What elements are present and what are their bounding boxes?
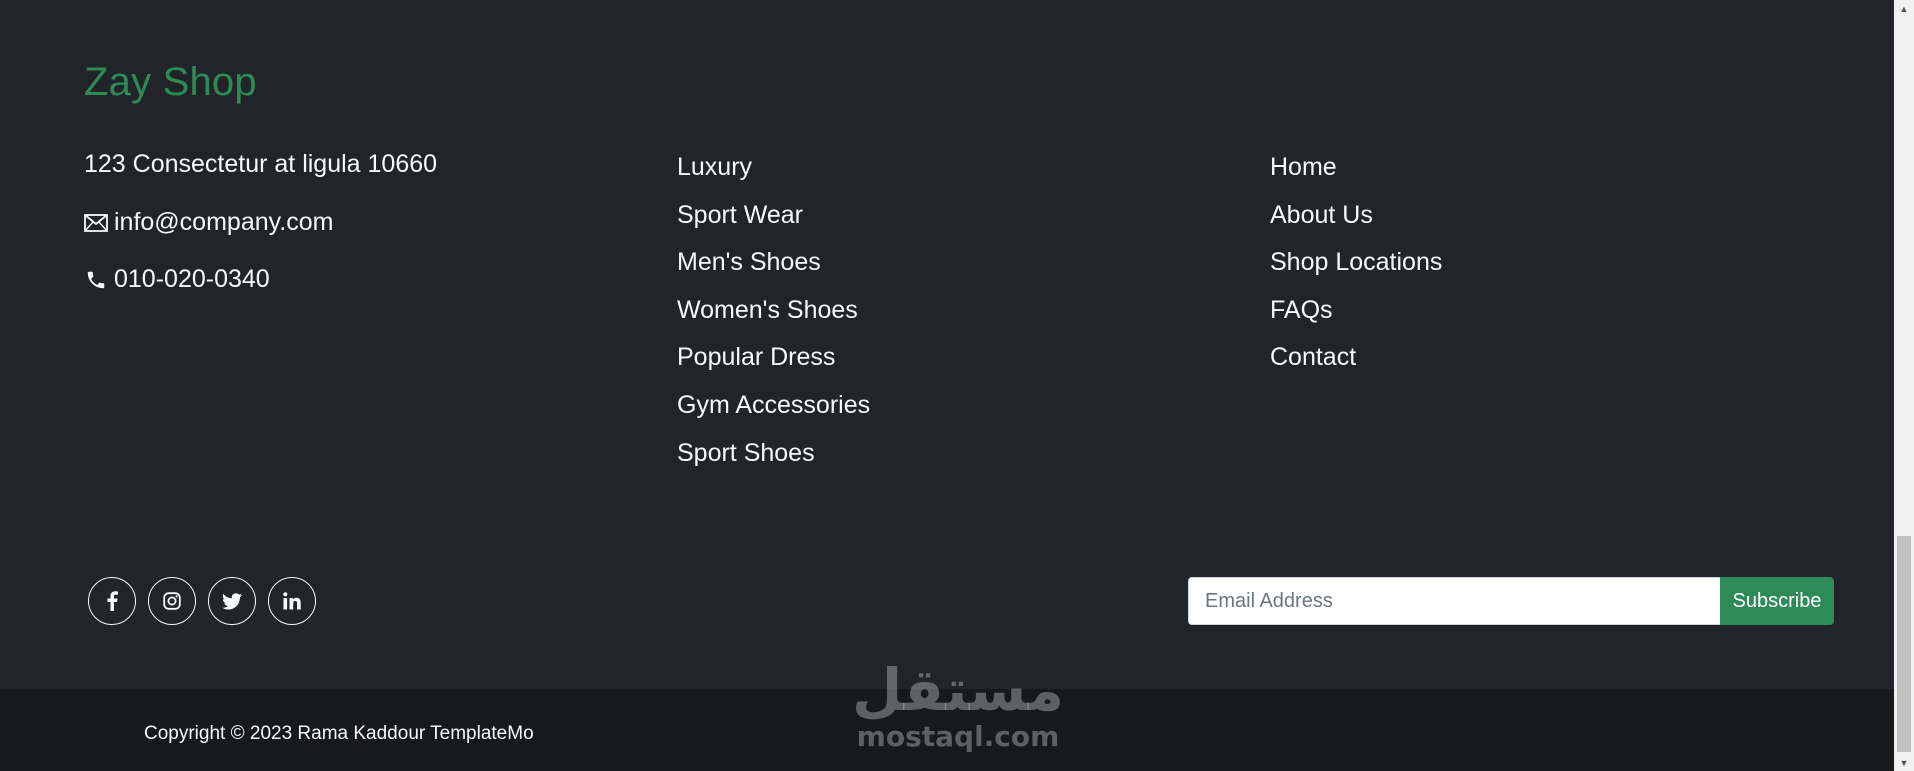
scrollbar-thumb[interactable] (1897, 536, 1911, 752)
footer-link-mens-shoes[interactable]: Men's Shoes (677, 245, 870, 293)
vertical-scrollbar[interactable]: ▲ ▼ (1894, 0, 1914, 771)
watermark-latin: mostaql.com (856, 720, 1060, 753)
footer-link-faqs[interactable]: FAQs (1270, 293, 1442, 341)
subscribe-form: Subscribe (1188, 577, 1834, 625)
email-input[interactable] (1188, 577, 1720, 625)
copyright-text: Copyright © 2023 Rama Kaddour TemplateMo (144, 723, 534, 744)
facebook-button[interactable] (88, 577, 136, 625)
footer-link-luxury[interactable]: Luxury (677, 150, 870, 198)
footer-link-womens-shoes[interactable]: Women's Shoes (677, 293, 870, 341)
footer-main: Zay Shop 123 Consectetur at ligula 10660… (0, 0, 1894, 689)
address-line: 123 Consectetur at ligula 10660 (84, 150, 437, 179)
phone-link[interactable]: 010-020-0340 (114, 265, 270, 294)
twitter-button[interactable] (208, 577, 256, 625)
email-line[interactable]: info@company.com (84, 208, 333, 237)
footer-link-contact[interactable]: Contact (1270, 340, 1442, 388)
footer-link-sport-wear[interactable]: Sport Wear (677, 198, 870, 246)
social-links (88, 577, 316, 625)
twitter-icon (222, 592, 242, 609)
linkedin-icon (283, 592, 301, 610)
footer-link-shop-locations[interactable]: Shop Locations (1270, 245, 1442, 293)
instagram-button[interactable] (148, 577, 196, 625)
footer-link-about-us[interactable]: About Us (1270, 198, 1442, 246)
envelope-icon (84, 211, 108, 235)
address-text: 123 Consectetur at ligula 10660 (84, 150, 438, 178)
scroll-up-icon[interactable]: ▲ (1894, 0, 1914, 17)
phone-icon (84, 268, 108, 292)
instagram-icon (163, 592, 181, 610)
products-links: Luxury Sport Wear Men's Shoes Women's Sh… (677, 150, 870, 483)
linkedin-button[interactable] (268, 577, 316, 625)
subscribe-button[interactable]: Subscribe (1720, 577, 1834, 625)
info-links: Home About Us Shop Locations FAQs Contac… (1270, 150, 1442, 388)
facebook-icon (107, 591, 118, 611)
watermark-arabic: مستقل (851, 656, 1065, 724)
scroll-down-icon[interactable]: ▼ (1894, 754, 1914, 771)
brand-title[interactable]: Zay Shop (84, 60, 257, 105)
watermark: مستقل mostaql.com (848, 660, 1068, 754)
phone-line[interactable]: 010-020-0340 (84, 265, 270, 294)
footer-link-home[interactable]: Home (1270, 150, 1442, 198)
email-link[interactable]: info@company.com (114, 208, 333, 237)
footer-link-popular-dress[interactable]: Popular Dress (677, 340, 870, 388)
footer-link-sport-shoes[interactable]: Sport Shoes (677, 436, 870, 484)
footer-link-gym-accessories[interactable]: Gym Accessories (677, 388, 870, 436)
